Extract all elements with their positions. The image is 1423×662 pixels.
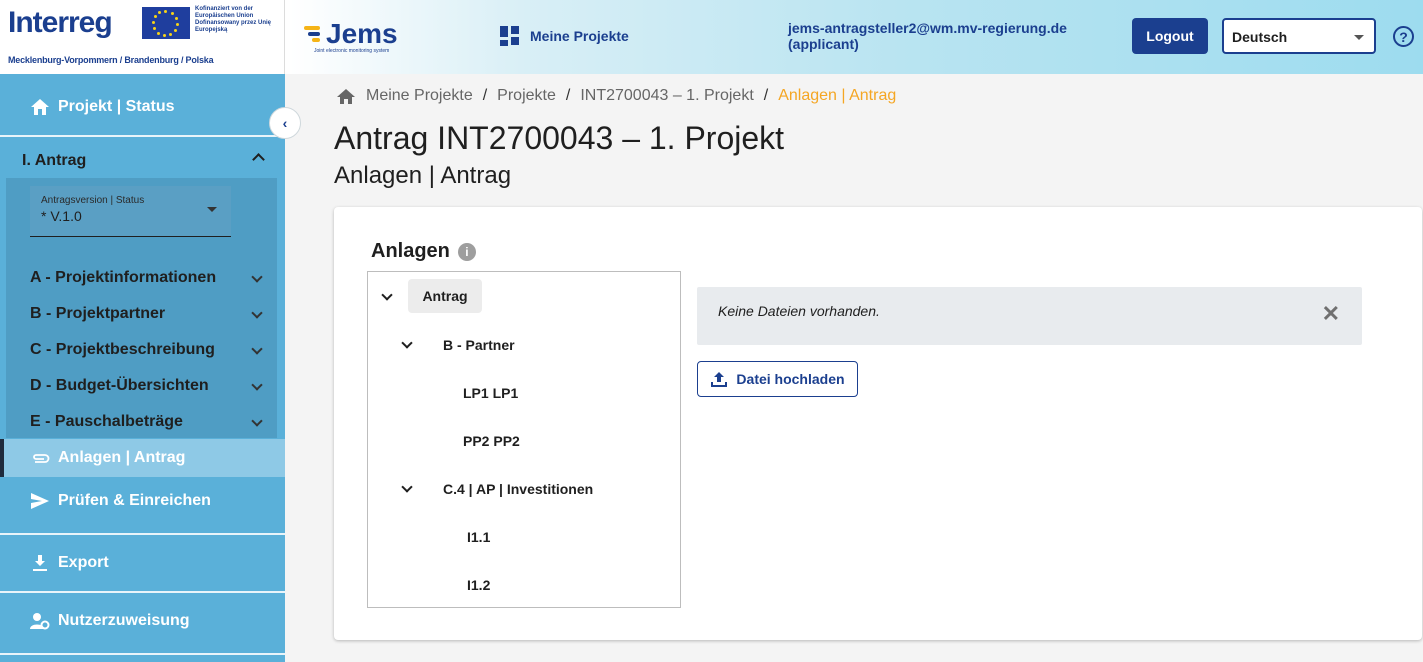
region-text: Mecklenburg-Vorpommern / Brandenburg / P… xyxy=(8,55,214,65)
chevron-up-icon xyxy=(252,153,265,166)
chevron-down-icon xyxy=(251,343,263,355)
empty-files-banner: Keine Dateien vorhanden. ✕ xyxy=(697,287,1362,345)
sidebar-item-label: Anlagen | Antrag xyxy=(58,449,186,466)
language-value: Deutsch xyxy=(1232,29,1288,45)
sidebar-item-label: A - Projektinformationen xyxy=(30,269,217,286)
breadcrumb-separator: / xyxy=(763,87,769,104)
chevron-down-icon xyxy=(251,415,263,427)
sidebar-item-label: Prüfen & Einreichen xyxy=(58,492,211,509)
tree-node-lp1[interactable]: LP1 LP1 xyxy=(463,385,518,401)
jems-bars-icon xyxy=(304,26,320,42)
logout-button[interactable]: Logout xyxy=(1132,18,1208,54)
tree-node-investitionen[interactable]: C.4 | AP | Investitionen xyxy=(443,481,593,497)
tree-node-antrag[interactable]: Antrag xyxy=(408,279,482,313)
chevron-down-icon[interactable] xyxy=(401,337,413,349)
empty-files-message: Keine Dateien vorhanden. xyxy=(718,303,880,319)
upload-file-button[interactable]: Datei hochladen xyxy=(697,361,858,397)
antrag-panel: Antragsversion | Status * V.1.0 A - Proj… xyxy=(6,178,277,438)
close-icon[interactable]: ✕ xyxy=(1322,301,1340,327)
attachment-tree: Antrag B - Partner LP1 LP1 PP2 PP2 C.4 |… xyxy=(367,271,681,608)
eu-flag-icon xyxy=(142,7,190,39)
chevron-down-icon xyxy=(251,307,263,319)
home-icon[interactable] xyxy=(336,88,356,105)
tree-node-i12[interactable]: I1.2 xyxy=(467,577,490,593)
nav-meine-projekte-label: Meine Projekte xyxy=(530,28,629,44)
sidebar-divider xyxy=(0,653,285,655)
sidebar-item-projektbeschreibung[interactable]: C - Projektbeschreibung xyxy=(30,341,265,359)
breadcrumb: Meine Projekte / Projekte / INT2700043 –… xyxy=(336,87,896,105)
home-icon xyxy=(31,99,49,115)
sidebar-item-projektpartner[interactable]: B - Projektpartner xyxy=(30,305,265,323)
help-icon[interactable]: ? xyxy=(1393,26,1414,47)
sidebar-divider xyxy=(0,135,285,137)
sidebar-item-label: D - Budget-Übersichten xyxy=(30,377,209,394)
breadcrumb-item[interactable]: INT2700043 – 1. Projekt xyxy=(580,87,753,105)
sidebar-item-label: Export xyxy=(58,554,109,571)
tree-node-partner[interactable]: B - Partner xyxy=(443,337,515,353)
attachments-card: Anlagen i Antrag B - Partner LP1 LP1 PP2… xyxy=(334,207,1422,640)
sidebar-section-antrag[interactable]: I. Antrag xyxy=(0,138,285,178)
chevron-down-icon xyxy=(251,379,263,391)
sidebar-item-budget[interactable]: D - Budget-Übersichten xyxy=(30,377,265,395)
interreg-logo[interactable]: Interreg xyxy=(8,6,113,40)
sidebar-divider xyxy=(0,533,285,535)
dropdown-caret-icon xyxy=(1354,35,1364,40)
version-value: * V.1.0 xyxy=(41,208,82,224)
sidebar-item-label: C - Projektbeschreibung xyxy=(30,341,215,358)
chevron-down-icon xyxy=(251,271,263,283)
sidebar-item-projekt-status[interactable]: Projekt | Status xyxy=(0,88,285,126)
version-select[interactable]: Antragsversion | Status * V.1.0 xyxy=(30,186,231,237)
card-title-label: Anlagen xyxy=(371,240,450,262)
sidebar-item-projektinformationen[interactable]: A - Projektinformationen xyxy=(30,269,265,287)
page-subtitle: Anlagen | Antrag xyxy=(334,162,512,189)
user-role: (applicant) xyxy=(788,36,859,52)
sidebar-item-label: Projekt | Status xyxy=(58,98,175,115)
dashboard-icon xyxy=(500,26,520,46)
sidebar-collapse-button[interactable]: ‹ xyxy=(269,107,301,139)
eu-cofinance-text: Kofinanziert von der Europäischen Union … xyxy=(195,6,272,33)
nav-meine-projekte[interactable]: Meine Projekte xyxy=(500,26,629,46)
chevron-down-icon[interactable] xyxy=(381,289,393,301)
dropdown-caret-icon xyxy=(207,207,217,212)
version-label: Antragsversion | Status xyxy=(41,195,145,206)
sidebar-item-nutzerzuweisung[interactable]: Nutzerzuweisung xyxy=(0,602,285,640)
upload-icon xyxy=(711,372,728,387)
tree-node-pp2[interactable]: PP2 PP2 xyxy=(463,433,520,449)
page-title: Antrag INT2700043 – 1. Projekt xyxy=(334,120,785,156)
breadcrumb-item[interactable]: Projekte xyxy=(497,87,556,105)
user-info: jems-antragsteller2@wm.mv-regierung.de (… xyxy=(788,20,1067,52)
sidebar-item-pruefen[interactable]: Prüfen & Einreichen xyxy=(0,482,285,520)
info-icon[interactable]: i xyxy=(457,242,476,261)
breadcrumb-separator: / xyxy=(565,87,571,104)
sidebar-item-label: Nutzerzuweisung xyxy=(58,612,190,629)
sidebar-item-export[interactable]: Export xyxy=(0,544,285,582)
user-settings-icon xyxy=(30,613,50,630)
attachment-icon xyxy=(33,454,50,463)
download-icon xyxy=(33,555,47,571)
app-header: Interreg Kofinanziert von der Europäisch… xyxy=(0,0,1423,74)
jems-subtitle: Joint electronic monitoring system xyxy=(314,48,390,54)
sidebar: Projekt | Status I. Antrag Antragsversio… xyxy=(0,74,285,662)
sidebar-item-pauschalbetraege[interactable]: E - Pauschalbeträge xyxy=(30,413,265,431)
send-icon xyxy=(31,493,49,509)
upload-file-label: Datei hochladen xyxy=(736,371,845,387)
sidebar-item-label: E - Pauschalbeträge xyxy=(30,413,183,430)
sidebar-divider xyxy=(0,591,285,593)
card-title: Anlagen i xyxy=(371,240,476,263)
breadcrumb-separator: / xyxy=(482,87,488,104)
jems-logo[interactable]: Jems Joint electronic monitoring system xyxy=(302,18,412,58)
sidebar-item-anlagen[interactable]: Anlagen | Antrag xyxy=(0,439,285,477)
jems-wordmark: Jems xyxy=(326,18,398,49)
sidebar-item-label: B - Projektpartner xyxy=(30,305,166,322)
chevron-left-icon: ‹ xyxy=(282,115,288,131)
breadcrumb-item[interactable]: Meine Projekte xyxy=(366,87,473,105)
user-email: jems-antragsteller2@wm.mv-regierung.de xyxy=(788,20,1067,36)
brand-area: Interreg Kofinanziert von der Europäisch… xyxy=(0,0,285,74)
sidebar-section-label: I. Antrag xyxy=(22,152,87,169)
chevron-down-icon[interactable] xyxy=(401,481,413,493)
tree-node-label: Antrag xyxy=(422,288,468,304)
breadcrumb-current: Anlagen | Antrag xyxy=(778,87,897,104)
tree-node-i11[interactable]: I1.1 xyxy=(467,529,490,545)
language-select[interactable]: Deutsch xyxy=(1222,18,1376,54)
